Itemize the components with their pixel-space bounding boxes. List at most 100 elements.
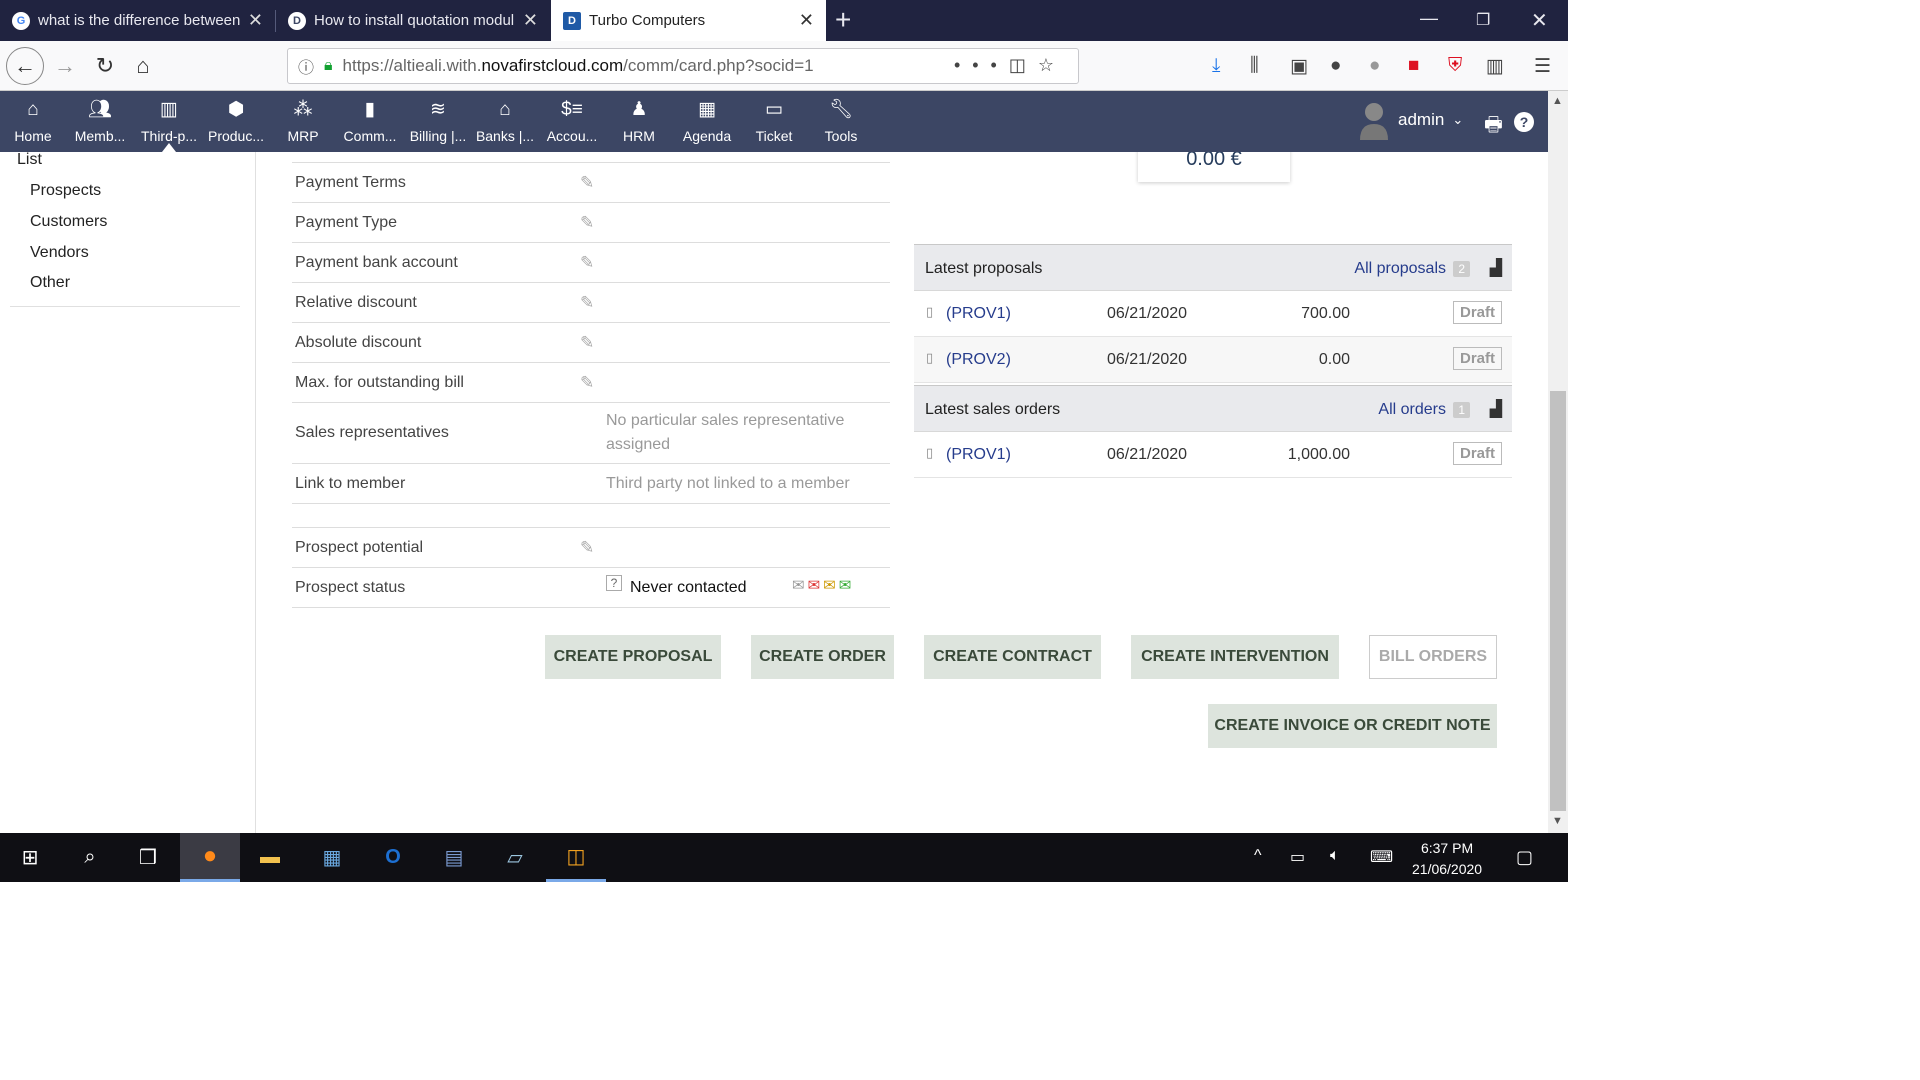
pencil-icon[interactable]: ✎ [580, 333, 594, 353]
taskbar-app-3[interactable]: ▱ [485, 833, 545, 882]
extension-red-icon[interactable]: ■ [1408, 55, 1419, 77]
battery-icon[interactable]: ▭ [1290, 847, 1305, 867]
menu-mrp[interactable]: ⁂ MRP [270, 91, 336, 152]
download-icon[interactable]: ⤓ [1212, 55, 1220, 77]
vertical-scrollbar[interactable]: ▲ ▼ [1548, 91, 1568, 833]
star-icon[interactable]: ☆ [1038, 55, 1066, 75]
taskbar-outlook[interactable]: O [363, 833, 423, 882]
close-icon[interactable]: ✕ [248, 10, 263, 31]
menu-billing[interactable]: ≋ Billing |... [405, 91, 471, 152]
print-icon[interactable]: 🖶︎ [1484, 110, 1503, 144]
taskbar-explorer[interactable]: ▬ [240, 833, 300, 882]
menu-members[interactable]: 👥︎ Memb... [67, 91, 133, 152]
create-intervention-button[interactable]: CREATE INTERVENTION [1131, 635, 1339, 679]
keyboard-icon[interactable]: ⌨ [1370, 847, 1393, 867]
menu-home[interactable]: ⌂ Home [0, 91, 66, 152]
menu-products[interactable]: ⬢ Produc... [203, 91, 269, 152]
pencil-icon[interactable]: ✎ [580, 293, 594, 313]
menu-label: Ticket [755, 128, 793, 144]
barcode-icon[interactable]: ▥ [1486, 55, 1504, 78]
user-menu[interactable]: admin ⌄ [1358, 100, 1463, 140]
taskbar-app-2[interactable]: ▤ [424, 833, 484, 882]
taskbar-firefox[interactable]: ● [180, 833, 240, 882]
sidebar-icon[interactable]: ▣ [1290, 55, 1308, 78]
browser-tab-1[interactable]: G what is the difference between ✕ [0, 0, 275, 41]
create-proposal-button[interactable]: CREATE PROPOSAL [545, 635, 721, 679]
menu-banks[interactable]: ⌂ Banks |... [472, 91, 538, 152]
notifications-icon[interactable]: ▢ [1516, 847, 1533, 868]
status-inprogress-icon[interactable]: ✉ [823, 577, 839, 594]
volume-icon[interactable]: 🔈︎ [1330, 847, 1340, 865]
reload-button[interactable]: ↻ [88, 49, 122, 83]
start-button[interactable]: ⊞ [0, 833, 60, 882]
window-close-icon[interactable]: ✕ [1531, 8, 1548, 33]
more-icon[interactable]: ••• [954, 55, 1009, 75]
pencil-icon[interactable]: ✎ [580, 213, 594, 233]
menu-accounting[interactable]: $≡ Accou... [539, 91, 605, 152]
library-icon[interactable]: ⫼ [1250, 55, 1259, 77]
create-contract-button[interactable]: CREATE CONTRACT [924, 635, 1101, 679]
create-order-button[interactable]: CREATE ORDER [751, 635, 894, 679]
clock-date: 21/06/2020 [1412, 861, 1483, 877]
extension-icon[interactable]: ● [1369, 55, 1380, 77]
pocket-icon[interactable]: ◫ [1009, 55, 1038, 75]
back-button[interactable]: ← [6, 47, 44, 85]
browser-tab-3[interactable]: D Turbo Computers ✕ [551, 0, 826, 41]
help-icon[interactable]: ? [1514, 112, 1534, 132]
info-icon[interactable]: ⓘ [298, 54, 314, 78]
close-icon[interactable]: ✕ [799, 10, 814, 31]
stats-icon[interactable]: ▟ [1490, 258, 1502, 278]
scroll-thumb[interactable] [1550, 391, 1566, 811]
left-menu-prospects[interactable]: Prospects [30, 182, 101, 200]
pencil-icon[interactable]: ✎ [580, 538, 594, 558]
create-invoice-button[interactable]: CREATE INVOICE OR CREDIT NOTE [1208, 704, 1497, 748]
order-ref-link[interactable]: (PROV1) [946, 446, 1011, 464]
tray-chevron-icon[interactable]: ^ [1254, 847, 1262, 865]
menu-icon[interactable]: ☰ [1534, 55, 1551, 78]
scroll-up-icon[interactable]: ▲ [1552, 95, 1563, 107]
pencil-icon[interactable]: ✎ [580, 373, 594, 393]
taskbar-clock[interactable]: 6:37 PM 21/06/2020 [1412, 838, 1482, 880]
status-done-icon[interactable]: ✉ [839, 577, 855, 594]
menu-hrm[interactable]: ♟ HRM [606, 91, 672, 152]
left-menu-customers[interactable]: Customers [30, 213, 107, 231]
status-none-icon[interactable]: ✉ [792, 577, 808, 594]
browser-tab-2[interactable]: D How to install quotation modul ✕ [276, 0, 550, 41]
menu-commercial[interactable]: ▮ Comm... [337, 91, 403, 152]
search-button[interactable]: ⌕ [60, 833, 120, 882]
home-button[interactable]: ⌂ [126, 49, 160, 83]
restore-icon[interactable]: ❐ [1476, 10, 1490, 30]
pencil-icon[interactable]: ✎ [580, 173, 594, 193]
stats-icon[interactable]: ▟ [1490, 399, 1502, 419]
main-content: Payment Terms ✎ Payment Type ✎ Payment b… [256, 152, 1548, 833]
pencil-icon[interactable]: ✎ [580, 253, 594, 273]
scroll-down-icon[interactable]: ▼ [1552, 815, 1563, 827]
proposal-ref-link[interactable]: (PROV2) [946, 351, 1011, 369]
home-icon: ⌂ [27, 99, 39, 120]
proposal-ref-link[interactable]: (PROV1) [946, 305, 1011, 323]
user-name: admin [1398, 110, 1445, 129]
url-path: /comm/card.php?socid=1 [623, 56, 814, 75]
url-bar[interactable]: ⓘ 🔒︎ https://altieali.with.novafirstclou… [287, 48, 1079, 84]
taskbar-app-4[interactable]: ◫ [546, 833, 606, 882]
left-menu-other[interactable]: Other [30, 274, 70, 292]
account-icon[interactable]: ● [1330, 55, 1341, 77]
lock-icon[interactable]: 🔒︎ [324, 57, 333, 75]
menu-tools[interactable]: 🔧︎ Tools [808, 91, 874, 152]
task-view-button[interactable]: ❒ [118, 833, 178, 882]
menu-ticket[interactable]: ▭ Ticket [741, 91, 807, 152]
new-tab-button[interactable]: + [835, 4, 851, 36]
minimize-icon[interactable]: — [1420, 8, 1438, 29]
all-proposals-link[interactable]: All proposals [1354, 260, 1446, 278]
all-orders-link[interactable]: All orders [1378, 401, 1446, 419]
bill-orders-button[interactable]: BILL ORDERS [1369, 635, 1497, 679]
windows-icon: ⊞ [21, 847, 39, 869]
forward-button[interactable]: → [48, 49, 82, 83]
left-menu-vendors[interactable]: Vendors [30, 244, 89, 262]
shield-icon[interactable]: ⛨ [1448, 55, 1462, 77]
status-todo-icon[interactable]: ✉ [808, 577, 824, 594]
left-menu-list-label[interactable]: List [17, 151, 42, 169]
taskbar-app-1[interactable]: ▦ [302, 833, 362, 882]
close-icon[interactable]: ✕ [523, 10, 538, 31]
menu-agenda[interactable]: ▦ Agenda [674, 91, 740, 152]
